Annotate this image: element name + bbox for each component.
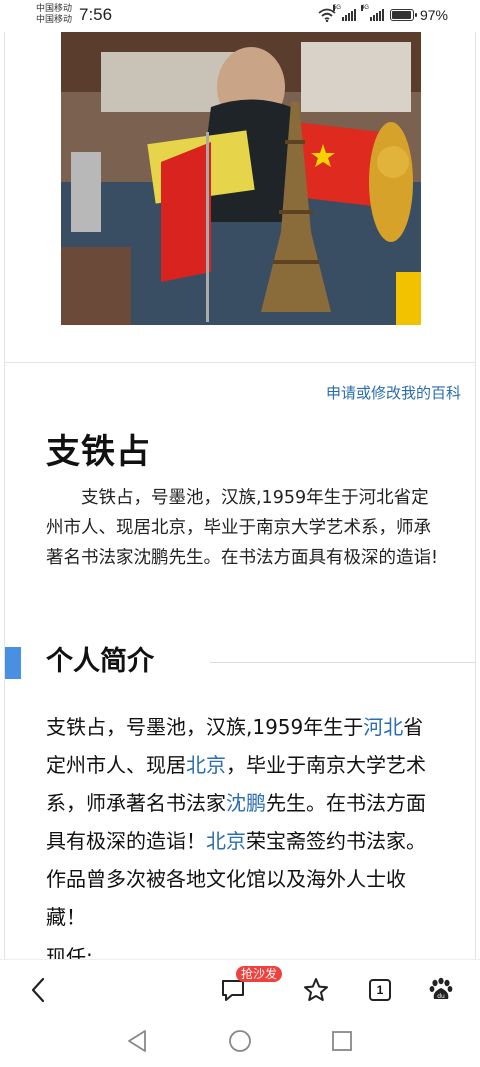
star-icon [304, 978, 328, 1001]
link-beijing[interactable]: 北京 [186, 753, 226, 777]
baidu-paw-icon: du [429, 977, 453, 1000]
section-body: 支铁占，号墨池，汉族,1959年生于河北省定州市人、现居北京，毕业于南京大学艺术… [46, 708, 440, 936]
body-text-1: 支铁占，号墨池，汉族,1959年生于 [46, 715, 364, 739]
nav-back-icon [128, 1030, 146, 1052]
tabs-button[interactable]: 1 [362, 972, 398, 1008]
nav-back-button[interactable] [124, 1028, 150, 1054]
back-icon [31, 977, 45, 1003]
carrier-1: 中国移动 [36, 4, 73, 14]
nav-recents-icon [332, 1031, 352, 1051]
signal-icon: 5G [332, 5, 356, 21]
battery-icon [389, 9, 417, 21]
link-beijing-2[interactable]: 北京 [206, 829, 246, 853]
status-bar: 中国移动 中国移动 7:56 5G 4G 97% [0, 0, 480, 32]
divider [5, 362, 475, 363]
battery-percent: 97% [419, 7, 448, 23]
link-hebei[interactable]: 河北 [363, 715, 403, 739]
article-summary: 支铁占，号墨池，汉族,1959年生于河北省定州市人、现居北京，毕业于南京大学艺术… [46, 488, 439, 568]
section-accent-bar [5, 647, 21, 679]
network-label-1: 5G [332, 5, 341, 11]
svg-text:du: du [437, 993, 445, 1000]
nav-recents-button[interactable] [329, 1028, 355, 1054]
system-nav-bar [0, 1016, 480, 1067]
tabs-icon: 1 [369, 979, 391, 1001]
browser-toolbar: 抢沙发 1 du [0, 960, 480, 1016]
section-header: 个人简介 [5, 642, 475, 682]
portrait-photo [61, 32, 421, 325]
signal-icon: 4G [360, 5, 384, 21]
section-rule [210, 662, 475, 663]
carrier-labels: 中国移动 中国移动 [36, 4, 72, 26]
back-button[interactable] [20, 972, 56, 1008]
edit-encyclopedia-link[interactable]: 申请或修改我的百科 [326, 382, 461, 403]
page-title: 支铁占 [46, 432, 151, 472]
link-shen-peng[interactable]: 沈鹏 [226, 791, 266, 815]
nav-home-icon [229, 1030, 251, 1052]
trailing-text: 现任: [46, 945, 93, 960]
carrier-2: 中国移动 [36, 15, 73, 25]
favorite-button[interactable] [298, 972, 334, 1008]
nav-home-button[interactable] [227, 1028, 253, 1054]
network-label-2: 4G [360, 5, 369, 11]
clock: 7:56 [79, 5, 113, 24]
section-title: 个人简介 [46, 646, 154, 677]
comment-badge: 抢沙发 [236, 966, 283, 982]
article-card: 申请或修改我的百科 支铁占 支铁占，号墨池，汉族,1959年生于河北省定州市人、… [4, 32, 476, 960]
baidu-button[interactable]: du [423, 972, 459, 1008]
status-icons: 5G 4G 97% [318, 5, 448, 23]
